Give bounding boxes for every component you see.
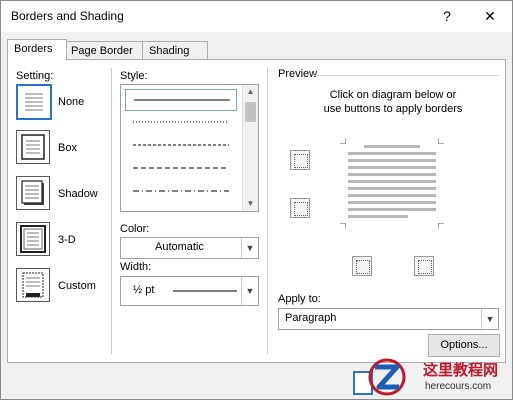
setting-3d-icon[interactable] [16, 222, 50, 256]
chevron-down-icon[interactable]: ▼ [481, 309, 498, 329]
watermark-logo-icon [368, 358, 406, 396]
setting-shadow-icon[interactable] [16, 176, 50, 210]
preview-instructions: Click on diagram below or use buttons to… [288, 88, 498, 116]
scroll-thumb[interactable] [245, 102, 256, 122]
tab-borders[interactable]: Borders [7, 39, 67, 61]
setting-none-label[interactable]: None [58, 96, 84, 108]
preview-line [364, 145, 420, 148]
corner-mark-top-right [438, 138, 444, 144]
style-option-dash[interactable] [125, 158, 235, 178]
setting-box-icon[interactable] [16, 130, 50, 164]
preview-line [348, 215, 408, 218]
width-select[interactable]: ½ pt ▼ [120, 276, 259, 306]
color-select[interactable]: Automatic ▼ [120, 237, 259, 259]
preview-instructions-line-1: Click on diagram below or [329, 89, 457, 101]
help-button[interactable]: ? [433, 5, 461, 27]
left-border-icon [356, 260, 370, 274]
preview-line [348, 159, 436, 162]
setting-shadow-label[interactable]: Shadow [58, 188, 98, 200]
preview-line [348, 166, 436, 169]
chevron-down-icon[interactable]: ▼ [241, 277, 258, 305]
preview-line [348, 152, 436, 155]
middle-border-button[interactable] [290, 198, 310, 218]
apply-to-label: Apply to: [278, 293, 321, 305]
preview-line [348, 208, 436, 211]
options-button[interactable]: Options... [428, 334, 500, 357]
divider-left [111, 68, 112, 354]
watermark: 这里教程网 herecours.com [361, 357, 511, 397]
tab-page-border-label: Page Border [71, 45, 133, 57]
left-border-button[interactable] [352, 256, 372, 276]
preview-line [348, 201, 436, 204]
setting-none-icon[interactable] [16, 84, 52, 120]
top-border-button[interactable] [290, 150, 310, 170]
tab-shading[interactable]: Shading [142, 41, 208, 60]
setting-3d-label[interactable]: 3-D [58, 234, 76, 246]
width-label: Width: [120, 261, 152, 273]
tab-shading-label: Shading [149, 45, 190, 57]
style-option-small-dash[interactable] [125, 135, 235, 155]
borders-panel: Setting: None Box Shadow 3-D Custom Styl… [7, 59, 506, 363]
watermark-brand: 这里教程网 [423, 361, 499, 379]
close-button[interactable]: ✕ [476, 5, 504, 27]
style-list[interactable]: ▲ ▼ [120, 84, 259, 212]
corner-mark-top-left [340, 138, 346, 144]
style-label: Style: [120, 70, 148, 82]
style-option-dotted[interactable] [125, 112, 235, 132]
watermark-url: herecours.com [425, 381, 492, 392]
middle-border-icon [294, 202, 308, 216]
style-scrollbar[interactable]: ▲ ▼ [242, 85, 258, 211]
color-label: Color: [120, 223, 150, 235]
borders-and-shading-dialog: Borders and Shading ? ✕ Borders Page Bor… [0, 0, 513, 400]
scroll-up-icon[interactable]: ▲ [243, 85, 258, 99]
preview-rule [314, 75, 499, 76]
right-border-icon [418, 260, 432, 274]
setting-box-label[interactable]: Box [58, 142, 77, 154]
style-option-dash-dot[interactable] [125, 181, 235, 201]
width-value: ½ pt [133, 284, 155, 296]
corner-mark-bottom-right [438, 223, 444, 229]
style-option-solid[interactable] [125, 89, 237, 111]
preview-line [348, 180, 436, 183]
apply-to-value: Paragraph [285, 312, 337, 324]
scroll-down-icon[interactable]: ▼ [243, 197, 258, 211]
title-bar: Borders and Shading ? ✕ [1, 1, 512, 32]
preview-label: Preview [278, 68, 318, 80]
preview-line [348, 173, 436, 176]
tab-page-border[interactable]: Page Border [64, 41, 151, 60]
setting-custom-label[interactable]: Custom [58, 280, 96, 292]
width-sample-line [173, 290, 237, 292]
chevron-down-icon[interactable]: ▼ [241, 238, 258, 258]
right-border-button[interactable] [414, 256, 434, 276]
preview-line [348, 194, 436, 197]
setting-custom-icon[interactable] [16, 268, 50, 302]
preview-line [348, 187, 436, 190]
divider-right [267, 68, 268, 354]
top-border-icon [294, 154, 308, 168]
tab-borders-label: Borders [14, 43, 53, 55]
setting-label: Setting: [16, 70, 54, 82]
apply-to-select[interactable]: Paragraph ▼ [278, 308, 499, 330]
dialog-title: Borders and Shading [11, 9, 124, 23]
corner-mark-bottom-left [340, 223, 346, 229]
preview-instructions-line-2: use buttons to apply borders [323, 103, 463, 115]
color-value: Automatic [155, 241, 204, 253]
